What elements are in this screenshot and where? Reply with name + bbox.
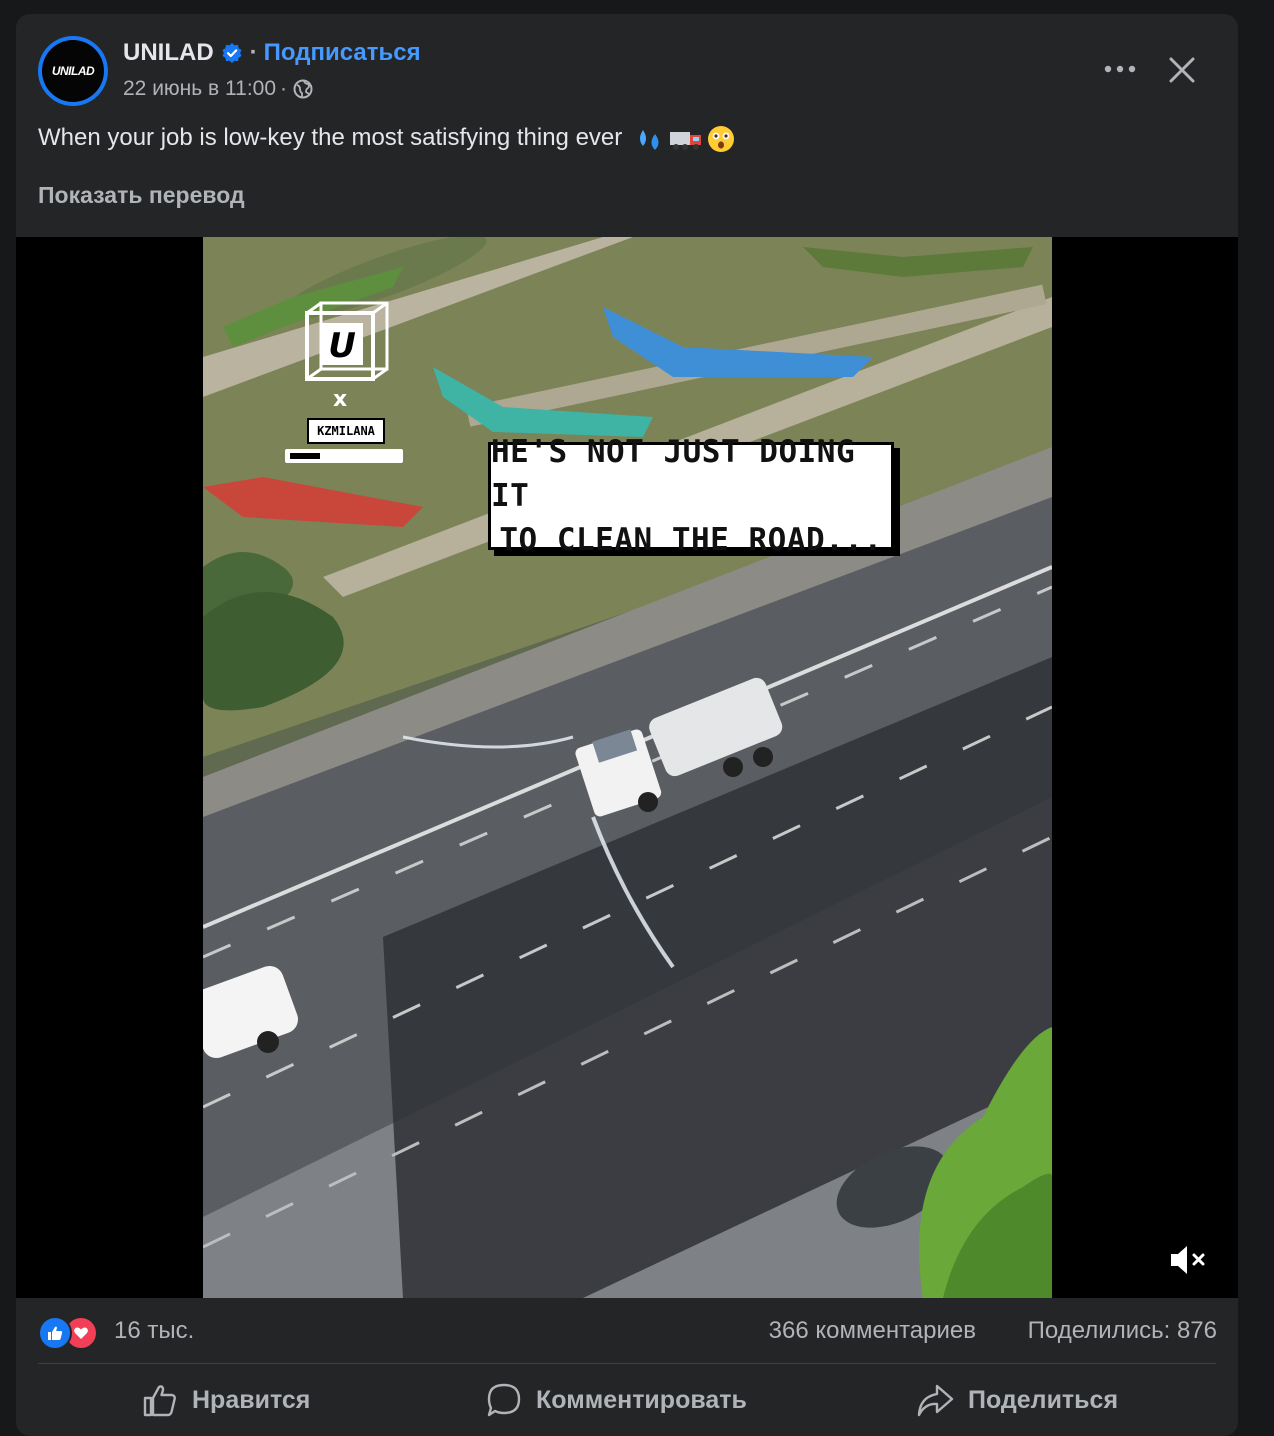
caption-text: When your job is low-key the most satisf… [38, 124, 623, 151]
sweat-droplets-icon [639, 129, 659, 150]
truck-icon [669, 131, 701, 150]
unilad-cube-logo: U [305, 301, 389, 381]
comment-button[interactable]: Комментировать [486, 1364, 747, 1436]
like-button[interactable]: Нравится [142, 1364, 310, 1436]
share-button[interactable]: Поделиться [916, 1364, 1118, 1436]
like-reaction-icon [38, 1316, 72, 1350]
video-scene [203, 237, 1052, 1298]
astonished-face-icon [707, 125, 734, 152]
name-separator: · [249, 39, 258, 66]
page-name-link[interactable]: UNILAD [123, 39, 214, 67]
subscribe-button[interactable]: Подписаться [264, 39, 421, 67]
video-overlay-progress [285, 449, 403, 463]
reactions-summary[interactable] [38, 1316, 108, 1350]
avatar-logo: UNILAD [42, 40, 104, 102]
close-button[interactable] [1160, 48, 1204, 92]
comments-count[interactable]: 366 комментариев [769, 1317, 976, 1345]
share-label: Поделиться [968, 1385, 1119, 1414]
meta-separator: · [280, 77, 288, 100]
show-translation-link[interactable]: Показать перевод [38, 182, 245, 209]
post-actions: Нравится Комментировать Поделиться [16, 1364, 1238, 1436]
video-caption-overlay: HE'S NOT JUST DOING IT TO CLEAN THE ROAD… [488, 434, 894, 558]
name-row: UNILAD · Подписаться [123, 39, 421, 67]
post-card: UNILAD UNILAD · Подписаться 22 июнь в 11… [16, 14, 1238, 1436]
share-arrow-icon [917, 1384, 954, 1417]
comment-label: Комментировать [536, 1385, 747, 1414]
verified-badge-icon [222, 43, 242, 63]
overlay-line-2: TO CLEAN THE ROAD... [499, 522, 883, 558]
like-label: Нравится [192, 1385, 311, 1414]
avatar-text: UNILAD [51, 64, 95, 78]
post-header: UNILAD UNILAD · Подписаться 22 июнь в 11… [16, 14, 1238, 124]
post-caption: When your job is low-key the most satisf… [38, 124, 735, 153]
comment-bubble-icon [487, 1383, 521, 1417]
mute-toggle-button[interactable] [1166, 1237, 1212, 1283]
svg-text:U: U [328, 326, 356, 366]
speaker-muted-icon [1171, 1246, 1205, 1274]
watermark-label: KZMILANA [307, 418, 385, 444]
more-options-button[interactable] [1096, 54, 1144, 84]
post-meta: 22 июнь в 11:00 · [123, 77, 313, 101]
thumbs-up-icon [143, 1385, 176, 1417]
shares-count[interactable]: Поделились: 876 [1028, 1317, 1217, 1345]
page-avatar[interactable]: UNILAD [38, 36, 108, 106]
globe-icon [293, 79, 313, 99]
more-dots-icon [1104, 65, 1136, 73]
video-frame[interactable]: U x KZMILANA HE'S NOT JUST DOING IT TO C… [203, 237, 1052, 1298]
watermark-x: x [333, 387, 348, 412]
overlay-line-1: HE'S NOT JUST DOING IT [491, 434, 856, 514]
progress-fill [290, 453, 320, 459]
post-stats: 16 тыс. 366 комментариев Поделились: 876 [16, 1298, 1238, 1364]
close-icon [1169, 57, 1195, 83]
post-timestamp[interactable]: 22 июнь в 11:00 [123, 77, 276, 101]
caption-emojis [635, 125, 735, 153]
video-player[interactable]: U x KZMILANA HE'S NOT JUST DOING IT TO C… [16, 237, 1238, 1298]
reactions-count[interactable]: 16 тыс. [114, 1317, 194, 1345]
